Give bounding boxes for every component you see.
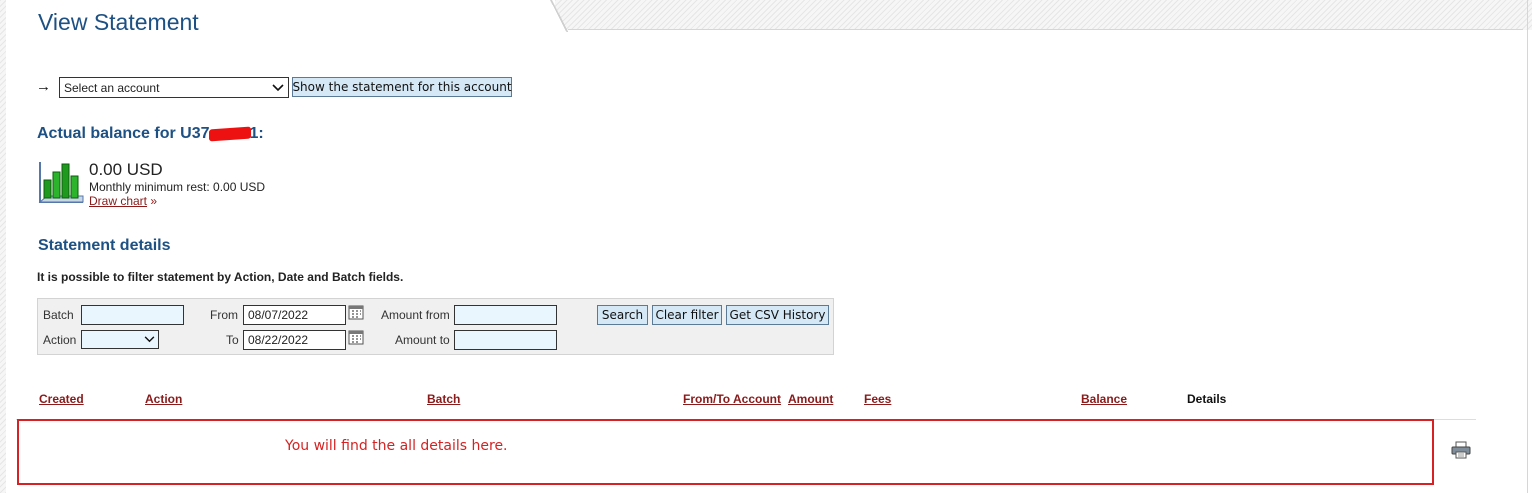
column-header-amount[interactable]: Amount [788,392,833,406]
from-label: From [210,308,238,322]
filter-note: It is possible to filter statement by Ac… [37,270,404,284]
redaction-mark [208,126,251,142]
batch-label: Batch [43,308,74,322]
arrow-icon: → [36,78,51,95]
clear-filter-button[interactable]: Clear filter [652,305,722,325]
action-select[interactable] [81,330,159,349]
chevron-down-icon [272,83,284,91]
amount-to-input[interactable] [454,330,557,350]
date-to-input[interactable]: 08/22/2022 [243,330,346,350]
monthly-minimum-rest: Monthly minimum rest: 0.00 USD [89,180,266,194]
csv-history-button[interactable]: Get CSV History [726,305,829,325]
column-header-from-to-account[interactable]: From/To Account [683,392,781,406]
panel-top-border [568,29,1523,30]
show-statement-button[interactable]: Show the statement for this account [292,77,512,97]
column-header-balance[interactable]: Balance [1081,392,1127,406]
printer-icon[interactable] [1451,441,1471,459]
draw-chart-suffix: » [147,194,158,208]
bar-chart-icon [38,162,84,203]
draw-chart: Draw chart » [89,194,157,208]
search-button[interactable]: Search [597,305,648,325]
balance-title: Actual balance for U37 1: [37,125,264,143]
column-header-details: Details [1187,392,1227,406]
calendar-icon[interactable] [348,304,364,320]
batch-input[interactable] [81,305,184,325]
draw-chart-link[interactable]: Draw chart [89,194,147,208]
amount-from-label: Amount from [381,308,450,322]
to-label: To [226,333,239,347]
date-from-input[interactable]: 08/07/2022 [243,305,346,325]
filter-panel: Batch Action From 08/07/2022 To 08/22/20… [37,298,834,355]
column-header-action[interactable]: Action [145,392,182,406]
amount-to-label: Amount to [395,333,450,347]
column-header-fees[interactable]: Fees [864,392,891,406]
action-label: Action [43,333,77,347]
column-header-batch[interactable]: Batch [427,392,460,406]
account-select-value: Select an account [64,80,160,95]
statement-details-title: Statement details [38,237,171,254]
amount-from-input[interactable] [454,305,557,325]
balance-title-prefix: Actual balance for U37 [37,125,210,142]
calendar-icon[interactable] [348,329,364,345]
account-select[interactable]: Select an account [59,77,289,98]
chevron-down-icon [144,336,155,343]
balance-amount: 0.00 USD [89,160,163,179]
title-tab-edge [548,0,570,32]
column-header-created[interactable]: Created [39,392,84,406]
page-title: View Statement [38,9,199,35]
balance-title-suffix: 1: [249,125,264,142]
details-placeholder-message: You will find the all details here. [285,438,508,454]
details-highlight-box: You will find the all details here. [17,419,1434,485]
